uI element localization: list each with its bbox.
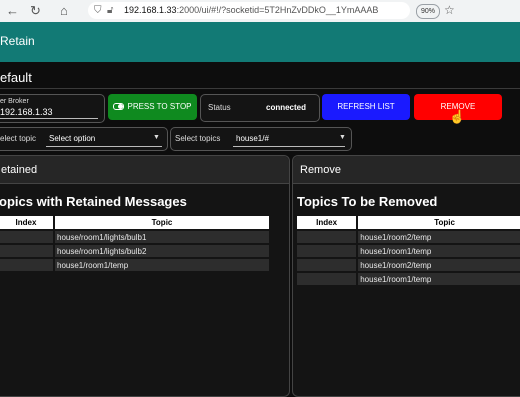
table-row[interactable]: house/room1/lights/bulb1 xyxy=(0,231,269,243)
topic-cell: house1/room1/temp xyxy=(358,273,520,285)
remove-panel-header: Remove xyxy=(293,156,520,184)
select-topics-value[interactable]: house1/# xyxy=(236,134,269,143)
topic-cell: house1/room1/temp xyxy=(358,245,520,257)
table-row[interactable]: house1/room1/temp xyxy=(297,273,520,285)
press-to-stop-label: PRESS TO STOP xyxy=(127,102,192,111)
url-path: :2000/ui/#!/?socketid=5T2HnZvDDkO__1YmAA… xyxy=(176,5,379,15)
index-cell xyxy=(297,259,357,271)
table-row[interactable]: house1/room1/temp xyxy=(297,245,520,257)
broker-field-value[interactable]: 192.168.1.33 xyxy=(0,107,53,117)
bookmark-star-icon[interactable]: ☆ xyxy=(444,3,455,17)
select-topics-dropdown[interactable]: Select topics house1/# ▼ xyxy=(170,127,352,151)
index-cell xyxy=(0,259,53,271)
topic-cell: house1/room1/temp xyxy=(55,259,269,271)
table-header-row: Index Topic xyxy=(297,216,520,229)
chevron-down-icon[interactable]: ▼ xyxy=(153,134,160,141)
reload-icon[interactable]: ↻ xyxy=(30,3,41,19)
home-icon[interactable]: ⌂ xyxy=(60,3,68,19)
table-row[interactable]: house1/room2/temp xyxy=(297,231,520,243)
zoom-level[interactable]: 90% xyxy=(416,4,440,19)
index-cell xyxy=(297,273,357,285)
select-topics-underline xyxy=(233,146,345,147)
refresh-list-button[interactable]: REFRESH LIST xyxy=(322,94,410,120)
index-cell xyxy=(297,245,357,257)
address-bar[interactable]: ⛉ 🔓︎ 192.168.1.33:2000/ui/#!/?socketid=5… xyxy=(88,2,410,19)
table-row[interactable]: house/room1/lights/bulb2 xyxy=(0,245,269,257)
topic-cell: house1/room2/temp xyxy=(358,231,520,243)
topic-cell: house/room1/lights/bulb1 xyxy=(55,231,269,243)
retained-panel-header: etained xyxy=(0,156,289,184)
select-topic-underline xyxy=(46,146,162,147)
column-header-index: Index xyxy=(0,216,53,229)
group-divider xyxy=(0,88,520,89)
remove-table: Index Topic house1/room2/temp house1/roo… xyxy=(295,214,520,287)
broker-field[interactable]: er Broker 192.168.1.33 xyxy=(0,94,105,123)
remove-panel: Remove Topics To be Removed Index Topic … xyxy=(292,155,520,397)
status-value: connected xyxy=(266,103,307,112)
topic-cell: house/room1/lights/bulb2 xyxy=(55,245,269,257)
remove-heading: Topics To be Removed xyxy=(297,194,438,209)
back-arrow-icon[interactable]: ← xyxy=(6,3,19,19)
press-to-stop-button[interactable]: PRESS TO STOP xyxy=(108,94,197,120)
hand-cursor-icon: ☝ xyxy=(449,109,466,124)
retained-panel: etained opics with Retained Messages Ind… xyxy=(0,155,290,397)
chevron-down-icon[interactable]: ▼ xyxy=(339,134,346,141)
select-topic-dropdown[interactable]: elect topic Select option ▼ xyxy=(0,127,168,151)
column-header-index: Index xyxy=(297,216,357,229)
toggle-icon xyxy=(113,103,125,111)
column-header-topic: Topic xyxy=(55,216,269,229)
group-title: efault xyxy=(0,70,32,85)
table-row[interactable]: house1/room1/temp xyxy=(0,259,269,271)
index-cell xyxy=(0,231,53,243)
page-title: Retain xyxy=(0,34,35,48)
index-cell xyxy=(297,231,357,243)
app-header: Retain xyxy=(0,22,520,62)
status-label: Status xyxy=(208,103,231,112)
remove-panel-title: Remove xyxy=(300,164,341,176)
column-header-topic: Topic xyxy=(358,216,520,229)
browser-toolbar: ← ↻ ⌂ ⛉ 🔓︎ 192.168.1.33:2000/ui/#!/?sock… xyxy=(0,0,520,23)
broker-field-label: er Broker xyxy=(0,98,29,105)
retained-panel-title: etained xyxy=(1,164,38,176)
table-row[interactable]: house1/room2/temp xyxy=(297,259,520,271)
status-display: Status connected xyxy=(200,94,320,122)
url-text: 192.168.1.33:2000/ui/#!/?socketid=5T2HnZ… xyxy=(124,2,378,19)
url-host: 192.168.1.33 xyxy=(124,5,177,15)
table-header-row: Index Topic xyxy=(0,216,269,229)
index-cell xyxy=(0,245,53,257)
lock-icon[interactable]: 🔓︎ xyxy=(107,2,113,19)
broker-field-underline xyxy=(0,118,98,119)
select-topics-label: Select topics xyxy=(175,134,221,143)
retained-heading: opics with Retained Messages xyxy=(0,194,187,209)
retained-table: Index Topic house/room1/lights/bulb1 hou… xyxy=(0,214,271,273)
shield-icon[interactable]: ⛉ xyxy=(94,2,102,19)
topic-cell: house1/room2/temp xyxy=(358,259,520,271)
select-topic-label: elect topic xyxy=(0,134,37,143)
select-topic-value[interactable]: Select option xyxy=(49,134,95,143)
